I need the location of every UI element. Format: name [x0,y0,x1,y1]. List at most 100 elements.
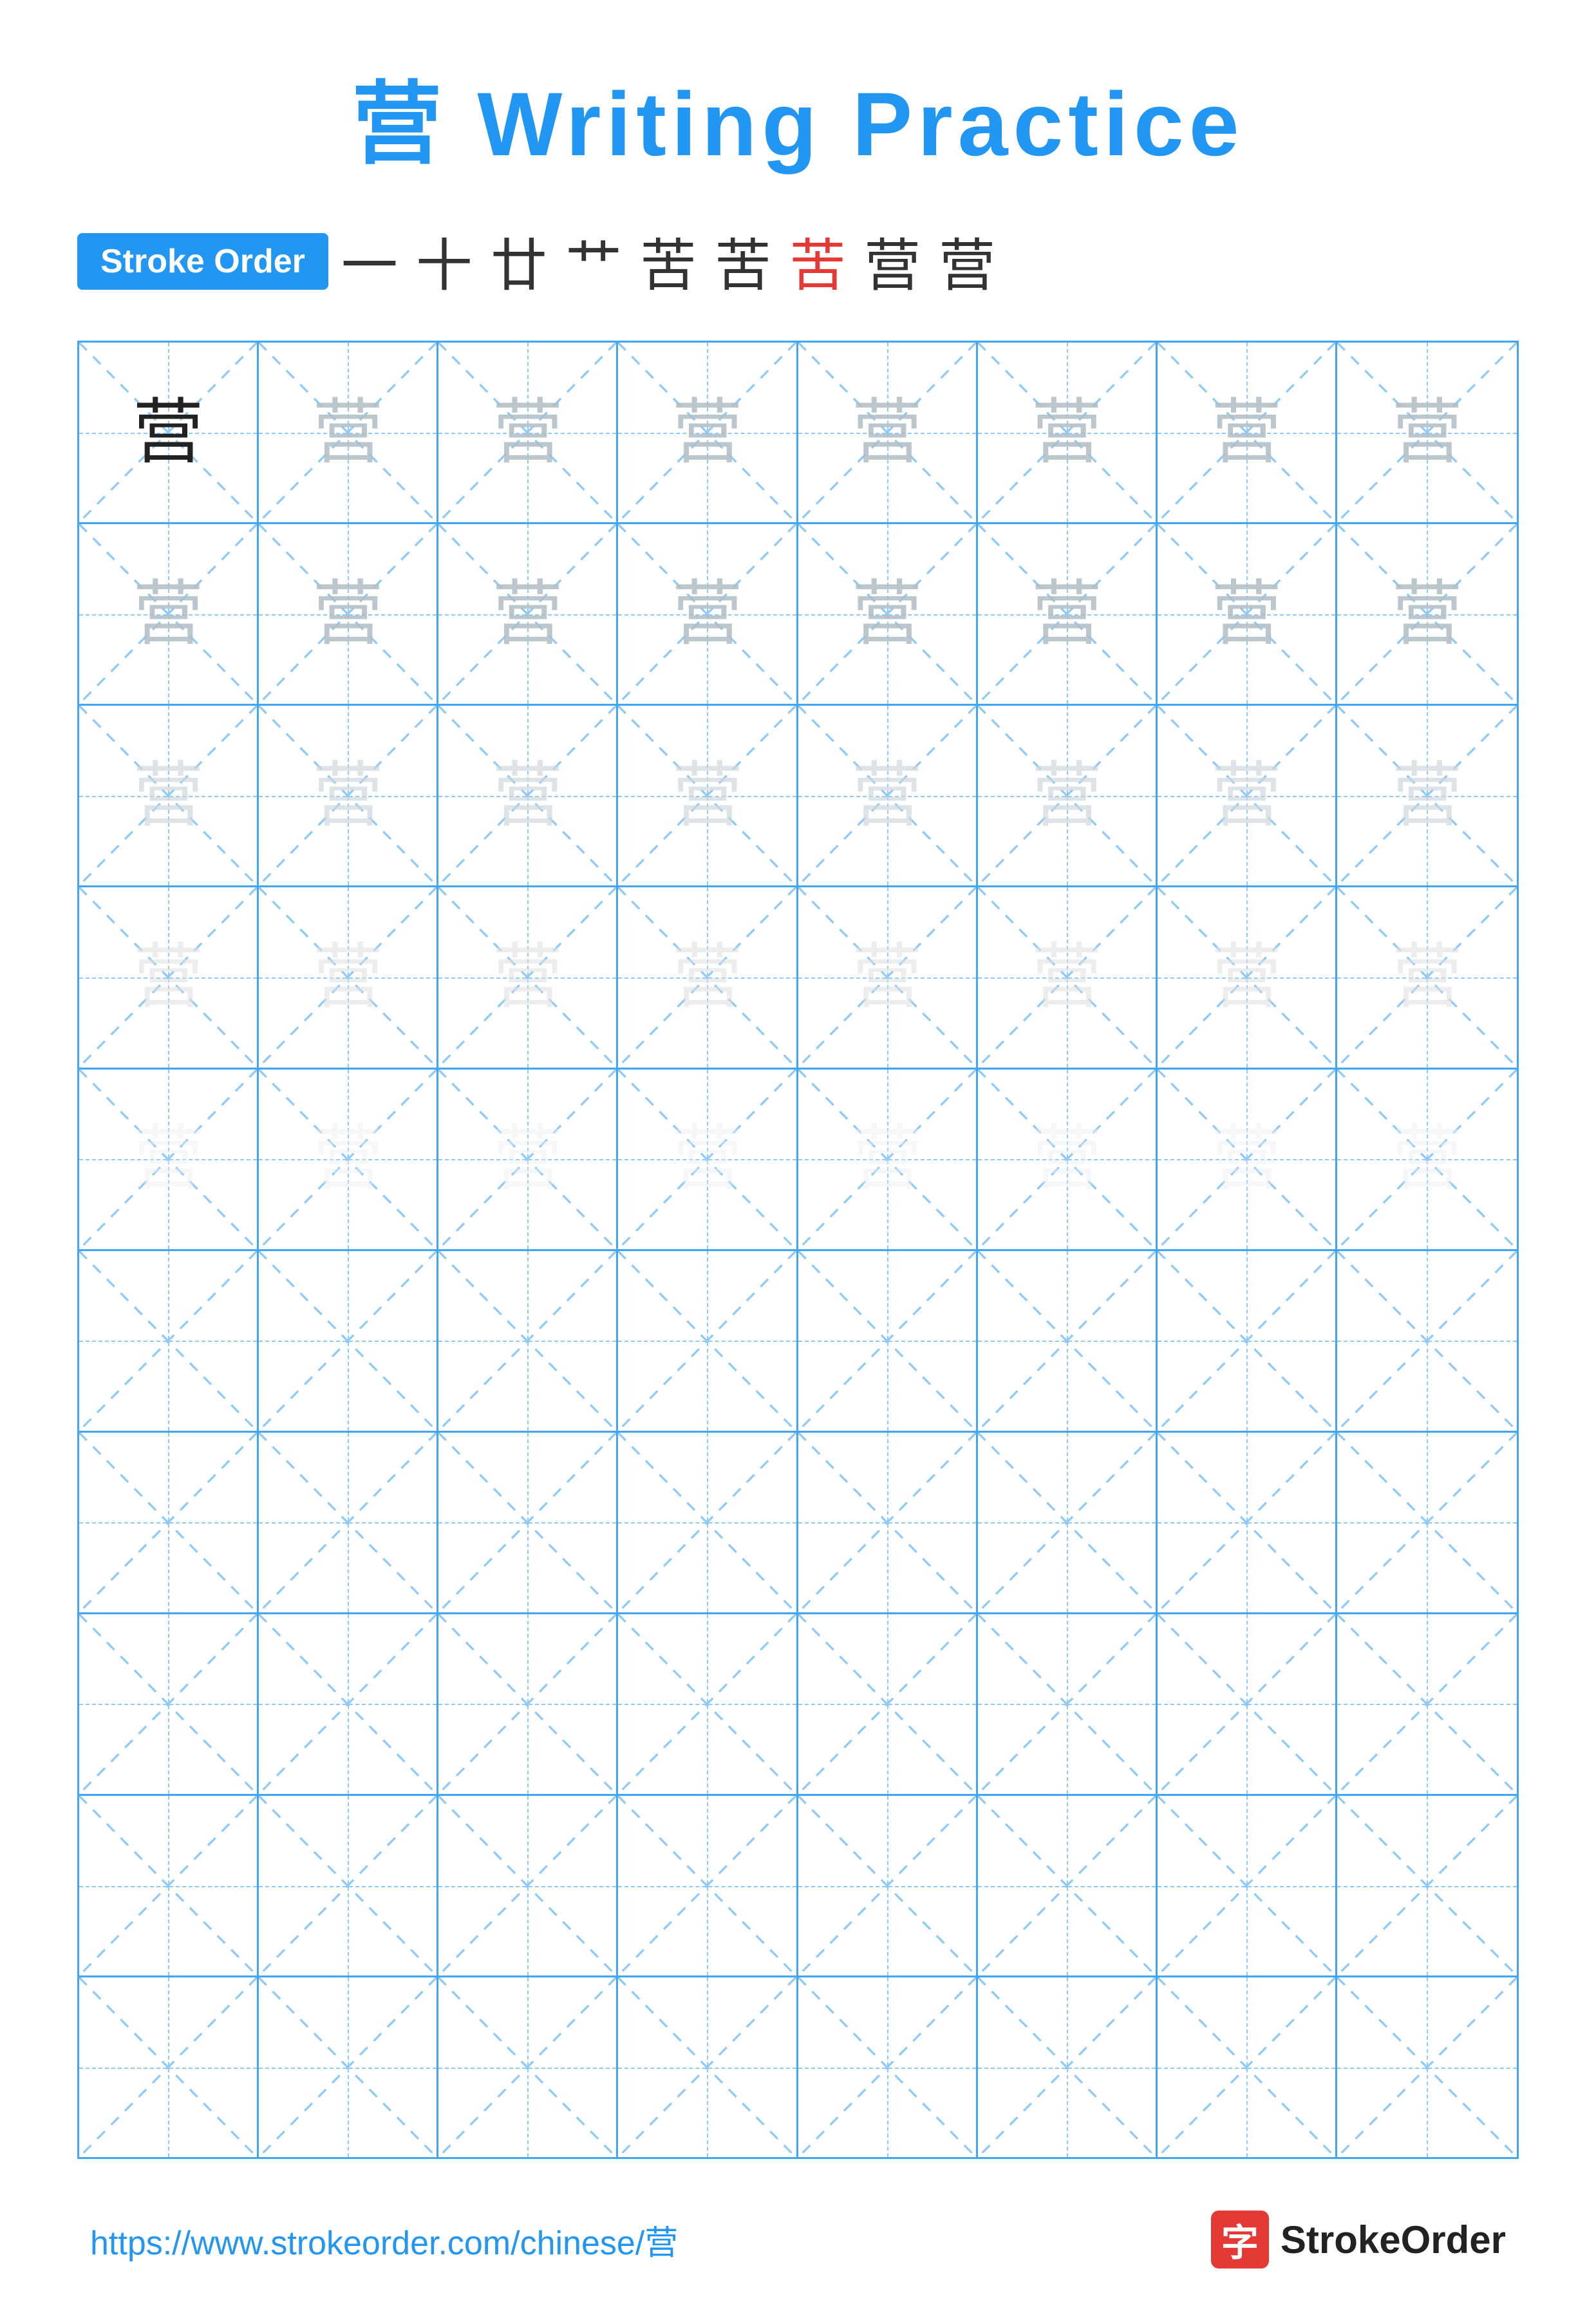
grid-cell[interactable]: 营 [259,706,438,885]
grid-cell[interactable]: 营 [438,706,618,885]
grid-cell[interactable] [79,1796,259,1976]
grid-cell[interactable]: 营 [1158,343,1337,522]
grid-cell[interactable] [1158,1977,1337,2157]
stroke-chars: 一 十 廿 艹 苦 苦 苦 营 营 [341,220,995,302]
grid-cell[interactable]: 营 [978,706,1158,885]
grid-cell[interactable] [1337,1614,1517,1794]
grid-cell[interactable]: 营 [978,1070,1158,1249]
grid-cell[interactable]: 营 [79,524,259,704]
stroke-char-2: 十 [416,220,473,302]
grid-row-4: 营 营 营 营 [79,887,1517,1069]
grid-cell[interactable]: 营 [618,706,798,885]
grid-cell[interactable] [1337,1433,1517,1612]
grid-cell[interactable] [79,1433,259,1612]
grid-cell[interactable] [438,1977,618,2157]
grid-cell[interactable]: 营 [978,343,1158,522]
grid-cell[interactable] [259,1614,438,1794]
grid-cell[interactable] [1337,1977,1517,2157]
stroke-order-row: Stroke Order 一 十 廿 艹 苦 苦 苦 营 营 [77,220,1519,302]
grid-cell[interactable] [1158,1796,1337,1976]
grid-cell[interactable] [978,1614,1158,1794]
grid-cell[interactable] [618,1614,798,1794]
page-title: 营 Writing Practice [352,52,1244,182]
grid-cell[interactable] [978,1977,1158,2157]
grid-cell[interactable]: 营 [978,524,1158,704]
practice-grid: 营 营 营 营 [77,341,1519,2159]
grid-cell[interactable]: 营 [1158,706,1337,885]
grid-cell[interactable] [1337,1796,1517,1976]
grid-cell[interactable] [259,1433,438,1612]
grid-cell[interactable] [438,1433,618,1612]
grid-cell[interactable] [1337,1251,1517,1431]
grid-row-3: 营 营 营 营 [79,706,1517,887]
grid-cell[interactable] [978,1251,1158,1431]
grid-cell[interactable] [79,1614,259,1794]
stroke-char-5: 苦 [640,220,697,302]
grid-cell[interactable] [978,1796,1158,1976]
grid-cell[interactable] [618,1796,798,1976]
grid-cell[interactable]: 营 [1337,1070,1517,1249]
grid-cell[interactable] [259,1977,438,2157]
grid-cell[interactable]: 营 [79,706,259,885]
grid-cell[interactable]: 营 [798,1070,978,1249]
grid-cell[interactable]: 营 [79,887,259,1067]
grid-cell[interactable]: 营 [79,343,259,522]
grid-cell[interactable]: 营 [618,1070,798,1249]
grid-cell[interactable] [1158,1614,1337,1794]
grid-cell[interactable]: 营 [978,887,1158,1067]
grid-cell[interactable]: 营 [259,524,438,704]
grid-cell[interactable]: 营 [798,524,978,704]
grid-cell[interactable] [618,1433,798,1612]
grid-cell[interactable]: 营 [1158,1070,1337,1249]
grid-cell[interactable]: 营 [1158,524,1337,704]
grid-cell[interactable]: 营 [618,524,798,704]
grid-cell[interactable]: 营 [1337,887,1517,1067]
stroke-char-1: 一 [341,220,398,302]
grid-cell[interactable] [438,1796,618,1976]
grid-cell[interactable]: 营 [618,887,798,1067]
grid-cell[interactable] [79,1977,259,2157]
grid-cell[interactable] [798,1796,978,1976]
grid-cell[interactable] [618,1977,798,2157]
grid-cell[interactable] [798,1614,978,1794]
grid-cell[interactable] [618,1251,798,1431]
stroke-char-9: 营 [939,220,995,302]
grid-cell[interactable]: 营 [798,887,978,1067]
grid-cell[interactable]: 营 [438,343,618,522]
grid-cell[interactable] [978,1433,1158,1612]
grid-cell[interactable]: 营 [438,1070,618,1249]
grid-cell[interactable] [798,1433,978,1612]
footer-url-link[interactable]: https://www.strokeorder.com/chinese/营 [90,2216,678,2264]
grid-cell[interactable] [79,1251,259,1431]
grid-cell[interactable] [798,1977,978,2157]
grid-cell[interactable]: 营 [798,343,978,522]
grid-cell[interactable]: 营 [1158,887,1337,1067]
footer-logo: 字 StrokeOrder [1211,2211,1506,2268]
grid-cell[interactable] [1158,1251,1337,1431]
grid-cell[interactable] [798,1251,978,1431]
grid-cell[interactable]: 营 [1337,343,1517,522]
grid-cell[interactable]: 营 [1337,524,1517,704]
grid-row-5: 营 营 营 营 [79,1070,1517,1251]
stroke-char-8: 营 [864,220,921,302]
grid-cell[interactable]: 营 [438,887,618,1067]
grid-cell[interactable]: 营 [438,524,618,704]
grid-cell[interactable] [438,1614,618,1794]
grid-cell[interactable]: 营 [259,887,438,1067]
grid-cell[interactable]: 营 [79,1070,259,1249]
grid-cell[interactable]: 营 [798,706,978,885]
grid-cell[interactable] [259,1251,438,1431]
stroke-char-3: 廿 [491,220,547,302]
footer-logo-text: StrokeOrder [1281,2218,1506,2262]
grid-cell[interactable]: 营 [618,343,798,522]
grid-cell[interactable] [1158,1433,1337,1612]
grid-row-9 [79,1796,1517,1977]
grid-cell[interactable]: 营 [259,1070,438,1249]
grid-row-10 [79,1977,1517,2157]
grid-row-7 [79,1433,1517,1614]
grid-cell[interactable]: 营 [259,343,438,522]
grid-cell[interactable]: 营 [1337,706,1517,885]
stroke-char-7: 苦 [789,220,846,302]
grid-cell[interactable] [259,1796,438,1976]
grid-cell[interactable] [438,1251,618,1431]
